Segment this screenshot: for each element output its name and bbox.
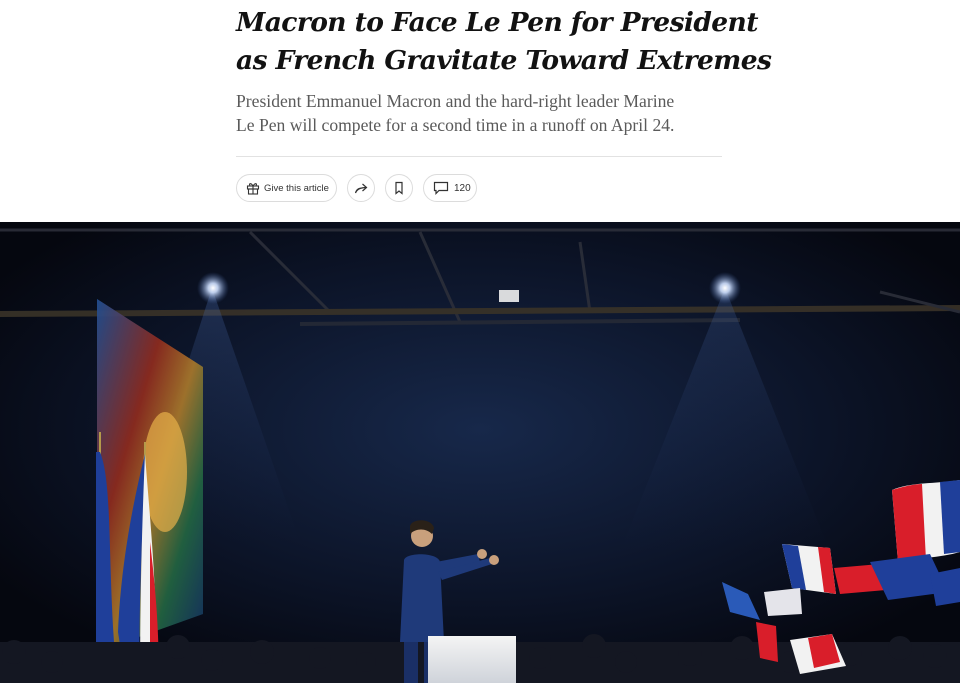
rally-photo-illustration	[0, 222, 960, 683]
spotlight-right	[709, 272, 741, 304]
header-divider	[236, 156, 722, 157]
article-summary: President Emmanuel Macron and the hard-r…	[236, 89, 722, 137]
bookmark-icon	[391, 180, 407, 196]
summary-line-1: President Emmanuel Macron and the hard-r…	[236, 91, 675, 111]
give-article-button[interactable]: Give this article	[236, 174, 337, 202]
headline-line-1: Macron to Face Le Pen for President	[236, 7, 758, 38]
comments-button[interactable]: 120	[423, 174, 477, 202]
headline-line-2: as French Gravitate Toward Extremes	[236, 45, 772, 76]
gift-icon	[246, 180, 260, 196]
spotlight-left	[197, 272, 229, 304]
summary-line-2: Le Pen will compete for a second time in…	[236, 115, 675, 135]
give-article-label: Give this article	[264, 182, 329, 194]
save-button[interactable]	[385, 174, 413, 202]
share-toolbar: Give this article 120	[236, 174, 477, 202]
article-header: Macron to Face Le Pen for President as F…	[236, 0, 772, 222]
podium	[428, 636, 516, 683]
share-button[interactable]	[347, 174, 375, 202]
comment-icon	[433, 180, 449, 196]
share-icon	[353, 180, 369, 196]
hero-photo	[0, 222, 960, 683]
article-headline: Macron to Face Le Pen for President as F…	[236, 0, 772, 80]
comment-count: 120	[454, 182, 471, 194]
